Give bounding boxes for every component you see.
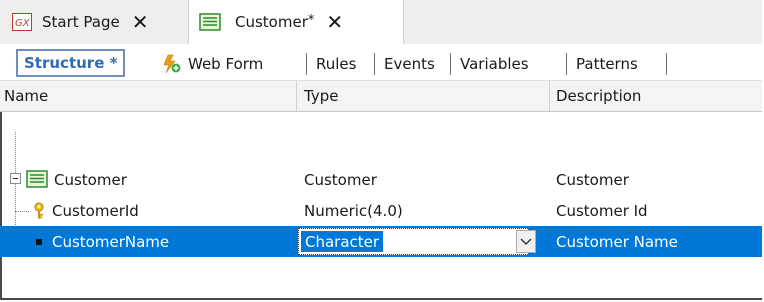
tab-events[interactable]: Events	[384, 51, 435, 77]
tab-customer-label: Customer*	[235, 13, 315, 31]
type-dropdown-value: Character	[301, 231, 384, 252]
close-icon[interactable]: ✕	[326, 12, 343, 32]
column-header-type[interactable]: Type	[304, 81, 338, 111]
web-form-icon	[162, 54, 182, 74]
tab-structure[interactable]: Structure *	[16, 49, 126, 77]
toolbar-separator	[566, 53, 567, 75]
tab-web-form-label: Web Form	[188, 55, 264, 73]
toolbar-separator	[666, 53, 667, 75]
toolbar-separator	[450, 53, 451, 75]
tab-customer[interactable]: Customer* ✕	[188, 0, 404, 44]
row-name: CustomerId	[52, 201, 139, 220]
document-tab-strip: GX Start Page ✕ Customer* ✕	[0, 0, 762, 44]
attribute-bullet-icon	[36, 239, 42, 245]
svg-text:GX: GX	[15, 18, 31, 29]
tab-web-form[interactable]: Web Form	[162, 51, 263, 77]
toolbar-separator	[306, 53, 307, 75]
row-description: Customer Id	[556, 201, 648, 220]
column-header-description[interactable]: Description	[556, 81, 641, 111]
table-row-selected[interactable]: CustomerName Character Customer Name	[0, 226, 762, 257]
object-parts-toolbar: Structure * Web Form Rules Events Variab…	[0, 44, 762, 81]
type-dropdown[interactable]: Character	[298, 228, 528, 255]
transaction-icon	[199, 13, 221, 31]
tab-rules[interactable]: Rules	[316, 51, 356, 77]
tab-start-page-label: Start Page	[42, 13, 120, 31]
row-name: Customer	[54, 170, 127, 189]
column-header-name[interactable]: Name	[4, 81, 48, 111]
row-type: Customer	[304, 170, 377, 189]
column-divider[interactable]	[549, 81, 550, 111]
row-name: CustomerName	[52, 232, 170, 251]
tab-start-page[interactable]: GX Start Page ✕	[0, 0, 188, 44]
row-description: Customer	[556, 170, 629, 189]
transaction-icon	[26, 170, 48, 188]
row-description: Customer Name	[556, 232, 678, 251]
table-row[interactable]: CustomerId Numeric(4.0) Customer Id	[0, 195, 762, 226]
gx-logo-icon: GX	[12, 13, 32, 31]
key-icon	[32, 202, 46, 220]
chevron-down-icon[interactable]	[516, 230, 536, 253]
tab-variables[interactable]: Variables	[460, 51, 529, 77]
collapse-toggle-icon[interactable]	[10, 173, 21, 184]
tab-patterns[interactable]: Patterns	[576, 51, 638, 77]
row-type: Numeric(4.0)	[304, 201, 403, 220]
column-divider[interactable]	[296, 81, 297, 111]
toolbar-separator	[374, 53, 375, 75]
table-row[interactable]: Customer Customer Customer	[0, 164, 762, 195]
dirty-indicator: *	[307, 13, 315, 28]
close-icon[interactable]: ✕	[132, 12, 149, 32]
grid-header: Name Type Description	[0, 80, 762, 112]
